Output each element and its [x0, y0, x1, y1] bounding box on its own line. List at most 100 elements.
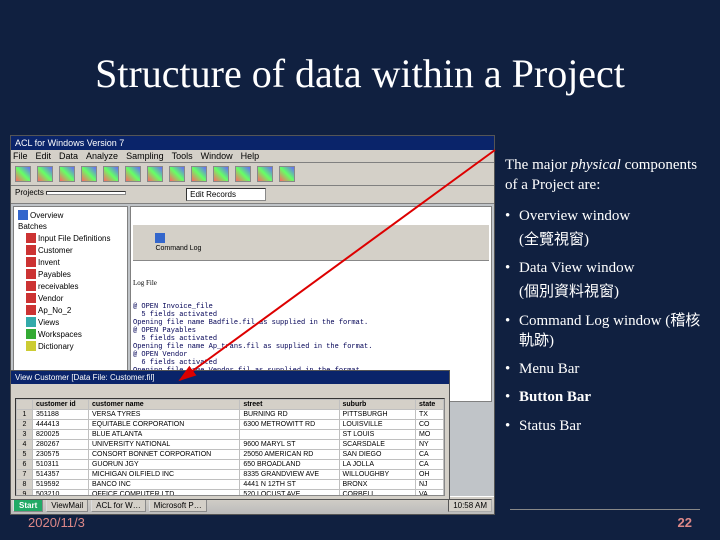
button-bar[interactable] [11, 163, 494, 186]
table-header[interactable]: state [415, 400, 443, 410]
table-cell[interactable]: PITTSBURGH [339, 410, 415, 420]
toolbar-icon[interactable] [235, 166, 251, 182]
table-cell[interactable]: 519592 [33, 480, 89, 490]
table-cell[interactable]: 7 [17, 470, 33, 480]
table-row[interactable]: 2444413EQUITABLE CORPORATION6300 METROWI… [17, 420, 444, 430]
toolbar-icon[interactable] [15, 166, 31, 182]
data-view-window[interactable]: View Customer [Data File: Customer.fil] … [10, 370, 450, 500]
menu-item-help[interactable]: Help [241, 151, 260, 161]
menu-item-window[interactable]: Window [201, 151, 233, 161]
table-cell[interactable]: 8335 GRANDVIEW AVE [240, 470, 339, 480]
table-cell[interactable]: CA [415, 450, 443, 460]
table-cell[interactable]: OH [415, 470, 443, 480]
table-header[interactable] [17, 400, 33, 410]
toolbar-icon[interactable] [213, 166, 229, 182]
table-cell[interactable]: NJ [415, 480, 443, 490]
projects-field[interactable] [46, 191, 126, 195]
menu-bar[interactable]: File Edit Data Analyze Sampling Tools Wi… [11, 150, 494, 163]
table-row[interactable]: 4280267UNIVERSITY NATIONAL9600 MARYL STS… [17, 440, 444, 450]
table-cell[interactable]: BRONX [339, 480, 415, 490]
tree-item[interactable]: Customer [16, 244, 125, 256]
table-cell[interactable]: 351188 [33, 410, 89, 420]
toolbar-icon[interactable] [257, 166, 273, 182]
table-cell[interactable]: 444413 [33, 420, 89, 430]
toolbar-icon[interactable] [279, 166, 295, 182]
table-cell[interactable]: BURNING RD [240, 410, 339, 420]
table-cell[interactable]: MO [415, 430, 443, 440]
start-button[interactable]: Start [13, 499, 43, 512]
table-row[interactable]: 3820025BLUE ATLANTA ST LOUISMO [17, 430, 444, 440]
taskbar-item[interactable]: ACL for W… [91, 499, 146, 512]
table-row[interactable]: 8519592BANCO INC4441 N 12TH STBRONXNJ [17, 480, 444, 490]
table-header[interactable]: street [240, 400, 339, 410]
table-cell[interactable]: 8 [17, 480, 33, 490]
table-cell[interactable]: 25050 AMERICAN RD [240, 450, 339, 460]
tree-item[interactable]: Dictionary [16, 340, 125, 352]
menu-item-file[interactable]: File [13, 151, 28, 161]
menu-item-edit[interactable]: Edit [36, 151, 52, 161]
tree-tab-batches[interactable]: Batches [16, 221, 125, 232]
data-table[interactable]: customer idcustomer namestreetsuburbstat… [16, 399, 444, 496]
tree-tab-overview[interactable]: Overview [16, 209, 125, 221]
table-cell[interactable]: WILLOUGHBY [339, 470, 415, 480]
table-cell[interactable]: SAN DIEGO [339, 450, 415, 460]
tree-item[interactable]: Vendor [16, 292, 125, 304]
table-row[interactable]: 1351188VERSA TYRESBURNING RDPITTSBURGHTX [17, 410, 444, 420]
table-cell[interactable]: 820025 [33, 430, 89, 440]
table-cell[interactable]: 6300 METROWITT RD [240, 420, 339, 430]
tree-item[interactable]: Ap_No_2 [16, 304, 125, 316]
table-cell[interactable]: BLUE ATLANTA [88, 430, 239, 440]
tree-item[interactable]: Views [16, 316, 125, 328]
table-row[interactable]: 5230575CONSORT BONNET CORPORATION25050 A… [17, 450, 444, 460]
taskbar-item[interactable]: Microsoft P… [149, 499, 207, 512]
table-header[interactable]: customer id [33, 400, 89, 410]
table-cell[interactable]: CA [415, 460, 443, 470]
table-cell[interactable]: LOUISVILLE [339, 420, 415, 430]
table-row[interactable]: 6510311GUORUN JGY650 BROADLANDLA JOLLACA [17, 460, 444, 470]
table-cell[interactable]: BANCO INC [88, 480, 239, 490]
table-cell[interactable]: EQUITABLE CORPORATION [88, 420, 239, 430]
table-cell[interactable]: CONSORT BONNET CORPORATION [88, 450, 239, 460]
table-cell[interactable]: NY [415, 440, 443, 450]
menu-item-sampling[interactable]: Sampling [126, 151, 164, 161]
table-cell[interactable]: LA JOLLA [339, 460, 415, 470]
table-row[interactable]: 9503210OFFICE COMPUTER LTD520 LOCUST AVE… [17, 490, 444, 497]
table-cell[interactable]: 6 [17, 460, 33, 470]
tree-item[interactable]: Workspaces [16, 328, 125, 340]
tree-item[interactable]: Invent [16, 256, 125, 268]
menu-item-data[interactable]: Data [59, 151, 78, 161]
table-cell[interactable]: 2 [17, 420, 33, 430]
table-cell[interactable]: VERSA TYRES [88, 410, 239, 420]
table-cell[interactable]: 9 [17, 490, 33, 497]
toolbar-icon[interactable] [59, 166, 75, 182]
table-cell[interactable]: 5 [17, 450, 33, 460]
toolbar-icon[interactable] [191, 166, 207, 182]
table-cell[interactable]: 3 [17, 430, 33, 440]
taskbar-item[interactable]: ViewMail [46, 499, 88, 512]
table-cell[interactable]: ST LOUIS [339, 430, 415, 440]
table-cell[interactable]: 280267 [33, 440, 89, 450]
toolbar-icon[interactable] [37, 166, 53, 182]
table-cell[interactable]: TX [415, 410, 443, 420]
table-cell[interactable]: VA [415, 490, 443, 497]
tree-item[interactable]: Payables [16, 268, 125, 280]
table-cell[interactable]: 520 LOCUST AVE [240, 490, 339, 497]
table-cell[interactable]: GUORUN JGY [88, 460, 239, 470]
table-cell[interactable]: 230575 [33, 450, 89, 460]
table-cell[interactable]: 1 [17, 410, 33, 420]
table-row[interactable]: 7514357MICHIGAN OILFIELD INC8335 GRANDVI… [17, 470, 444, 480]
tree-item[interactable]: receivables [16, 280, 125, 292]
table-cell[interactable]: MICHIGAN OILFIELD INC [88, 470, 239, 480]
table-header[interactable]: suburb [339, 400, 415, 410]
toolbar-icon[interactable] [81, 166, 97, 182]
table-cell[interactable]: CORBELL [339, 490, 415, 497]
table-cell[interactable]: SCARSDALE [339, 440, 415, 450]
toolbar-icon[interactable] [103, 166, 119, 182]
table-cell[interactable]: 510311 [33, 460, 89, 470]
table-cell[interactable]: UNIVERSITY NATIONAL [88, 440, 239, 450]
table-cell[interactable]: OFFICE COMPUTER LTD [88, 490, 239, 497]
table-cell[interactable]: 4441 N 12TH ST [240, 480, 339, 490]
toolbar-icon[interactable] [147, 166, 163, 182]
table-cell[interactable]: CO [415, 420, 443, 430]
table-cell[interactable]: 9600 MARYL ST [240, 440, 339, 450]
